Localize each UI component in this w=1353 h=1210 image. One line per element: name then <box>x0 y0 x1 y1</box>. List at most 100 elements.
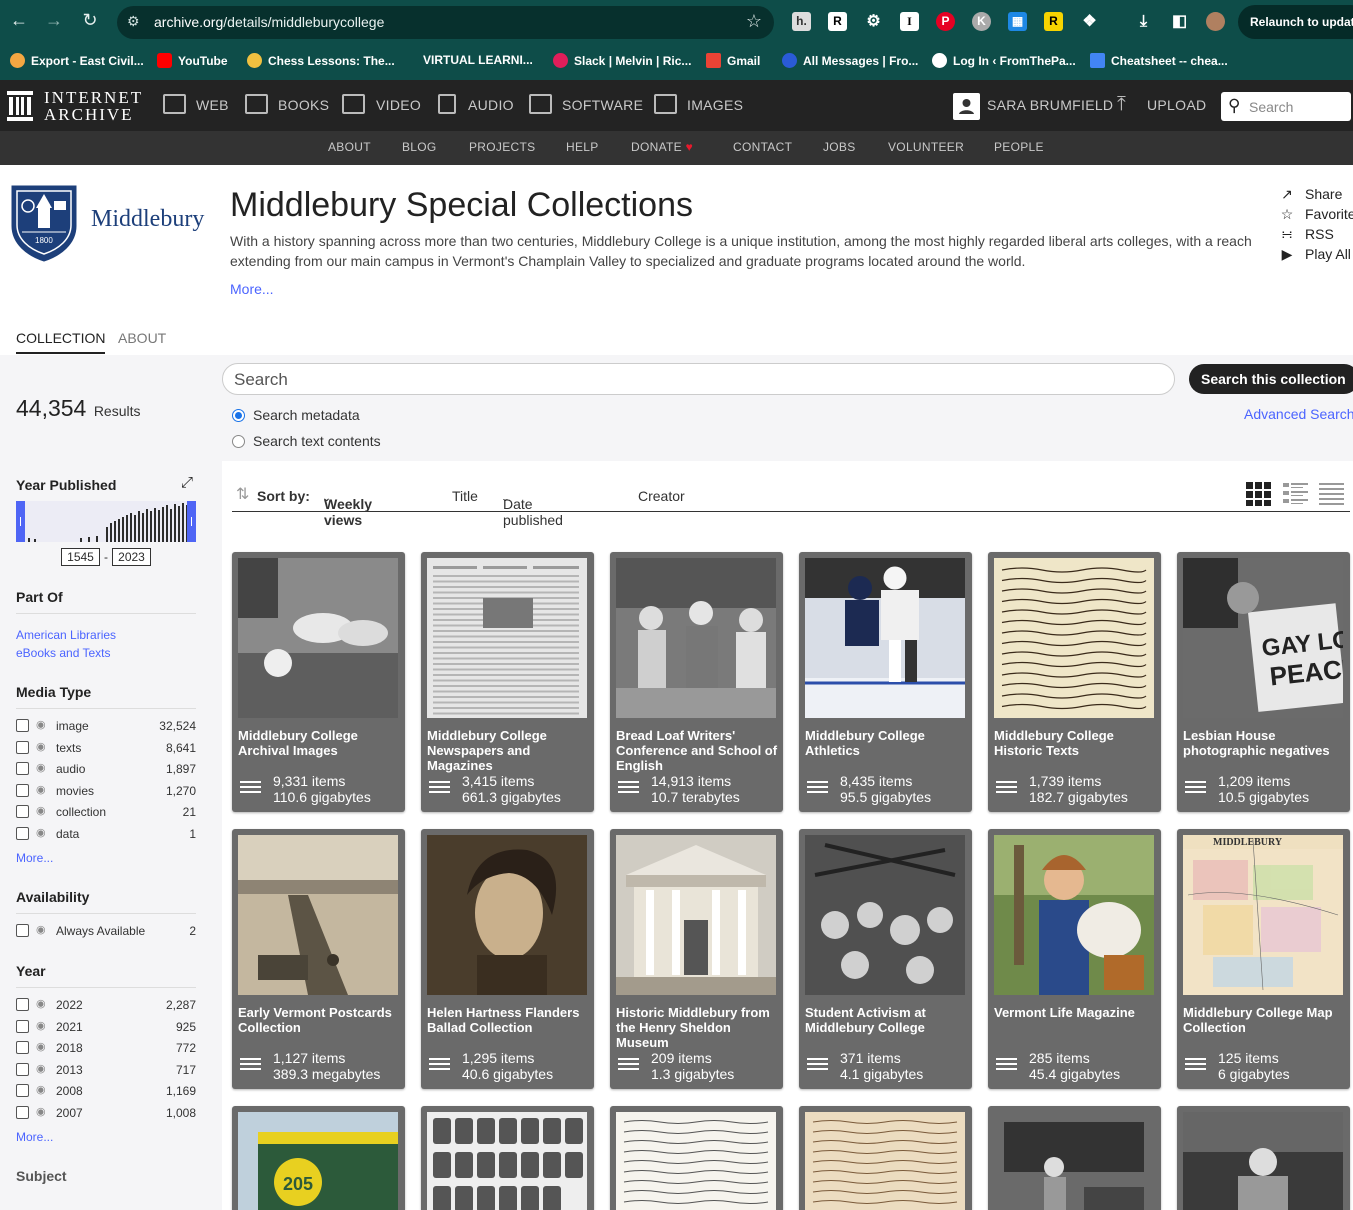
collection-tile[interactable]: GAY LOVE PEACE Lesbian House photographic … <box>1177 552 1350 812</box>
facet-checkbox[interactable] <box>16 805 29 819</box>
tile-thumbnail[interactable] <box>427 558 587 718</box>
eye-icon[interactable]: ◉ <box>36 783 46 796</box>
header-search-input[interactable]: ⚲ Search <box>1221 92 1351 121</box>
grid-extension-icon[interactable]: ▦ <box>1008 12 1027 31</box>
sort-direction-icon[interactable]: ⇅ <box>236 484 249 504</box>
year-more-link[interactable]: More... <box>16 1130 53 1144</box>
readwise-extension-icon[interactable]: R <box>828 12 847 31</box>
search-text-radio[interactable]: Search text contents <box>232 433 381 449</box>
expand-icon[interactable]: ⤢ <box>181 474 193 491</box>
facet-row[interactable]: ◉ 2008 1,169 <box>16 1083 196 1099</box>
nav-web[interactable]: WEB <box>196 97 229 113</box>
tile-thumbnail[interactable] <box>238 835 398 995</box>
facet-checkbox[interactable] <box>16 998 29 1011</box>
facet-checkbox[interactable] <box>16 1084 29 1098</box>
facet-row[interactable]: ◉ Always Available 2 <box>16 923 196 939</box>
pinterest-extension-icon[interactable]: P <box>936 12 955 31</box>
facet-checkbox[interactable] <box>16 1041 29 1055</box>
bookmark-item[interactable]: Export - East Civil... <box>10 53 144 68</box>
instapaper-extension-icon[interactable]: I <box>900 12 919 31</box>
facet-subject-title[interactable]: Subject <box>16 1168 67 1184</box>
audio-icon[interactable] <box>438 94 456 114</box>
subnav-blog[interactable]: BLOG <box>402 140 437 154</box>
tile-thumbnail[interactable]: GAY LOVE PEACE <box>1183 558 1343 718</box>
bookmark-item[interactable]: Slack | Melvin | Ric... <box>553 53 691 68</box>
tab-collection[interactable]: COLLECTION <box>16 330 106 354</box>
favorite-button[interactable]: ☆ Favorite <box>1279 206 1353 223</box>
eye-icon[interactable]: ◉ <box>36 761 46 774</box>
tile-thumbnail[interactable] <box>805 1112 965 1210</box>
gear-extension-icon[interactable]: ⚙ <box>864 12 883 31</box>
collection-tile[interactable] <box>799 1106 972 1210</box>
collection-tile[interactable] <box>988 1106 1161 1210</box>
eye-icon[interactable]: ◉ <box>36 826 46 839</box>
nav-video[interactable]: VIDEO <box>376 97 421 113</box>
collection-tile[interactable]: Early Vermont Postcards Collection 1,127 … <box>232 829 405 1089</box>
eye-icon[interactable]: ◉ <box>36 1040 46 1053</box>
nav-books[interactable]: BOOKS <box>278 97 329 113</box>
video-icon[interactable] <box>342 94 365 114</box>
year-max-input[interactable]: 2023 <box>112 548 151 566</box>
k-extension-icon[interactable]: K <box>972 12 991 31</box>
description-more-link[interactable]: More... <box>230 281 274 297</box>
subnav-jobs[interactable]: JOBS <box>823 140 856 154</box>
bookmark-item[interactable]: Log In ‹ FromThePa... <box>932 53 1076 68</box>
bookmark-item[interactable]: Gmail <box>706 53 760 68</box>
bookmark-item[interactable]: All Messages | Fro... <box>782 53 918 68</box>
subnav-volunteer[interactable]: VOLUNTEER <box>888 140 964 154</box>
hypothesis-extension-icon[interactable]: h. <box>792 12 811 31</box>
eye-icon[interactable]: ◉ <box>36 923 46 936</box>
collection-tile[interactable]: MIDDLEBURY Middlebury College Map Collect… <box>1177 829 1350 1089</box>
facet-row[interactable]: ◉ data 1 <box>16 826 196 842</box>
facet-row[interactable]: ◉ movies 1,270 <box>16 783 196 799</box>
tile-thumbnail[interactable] <box>427 1112 587 1210</box>
tile-thumbnail[interactable] <box>616 558 776 718</box>
compact-list-view-icon[interactable] <box>1319 482 1344 509</box>
facet-checkbox[interactable] <box>16 1019 29 1033</box>
subnav-contact[interactable]: CONTACT <box>733 140 792 154</box>
facet-row[interactable]: ◉ image 32,524 <box>16 718 196 734</box>
facet-row[interactable]: ◉ 2021 925 <box>16 1019 196 1035</box>
extensions-puzzle-icon[interactable]: ❖ <box>1080 12 1099 31</box>
forward-icon[interactable]: → <box>42 10 66 31</box>
facet-row[interactable]: ◉ 2018 772 <box>16 1040 196 1056</box>
back-icon[interactable]: ← <box>7 10 31 31</box>
books-icon[interactable] <box>245 94 268 114</box>
eye-icon[interactable]: ◉ <box>36 804 46 817</box>
site-settings-icon[interactable]: ⚙ <box>127 13 140 30</box>
download-icon[interactable]: ⤓ <box>1134 12 1153 31</box>
bookmark-item[interactable]: Chess Lessons: The... <box>247 53 395 68</box>
facet-checkbox[interactable] <box>16 762 29 776</box>
part-of-ebooks-texts[interactable]: eBooks and Texts <box>16 646 111 660</box>
reload-icon[interactable]: ↻ <box>78 10 102 31</box>
nav-images[interactable]: IMAGES <box>687 97 743 113</box>
facet-checkbox[interactable] <box>16 783 29 797</box>
facet-row[interactable]: ◉ texts 8,641 <box>16 740 196 756</box>
subnav-donate[interactable]: DONATE ♥ <box>631 140 693 154</box>
side-panel-icon[interactable]: ◧ <box>1170 12 1189 31</box>
tile-thumbnail[interactable]: 205 <box>238 1112 398 1210</box>
facet-row[interactable]: ◉ 2013 717 <box>16 1062 196 1078</box>
internet-archive-wordmark[interactable]: INTERNET ARCHIVE <box>44 89 143 123</box>
facet-checkbox[interactable] <box>16 740 29 754</box>
eye-icon[interactable]: ◉ <box>36 718 46 731</box>
year-histogram[interactable] <box>16 501 196 542</box>
tile-thumbnail[interactable] <box>427 835 587 995</box>
collection-tile[interactable]: Middlebury College Athletics 8,435 items 9… <box>799 552 972 812</box>
images-icon[interactable] <box>654 94 677 114</box>
profile-avatar[interactable] <box>1206 12 1225 31</box>
media-type-more-link[interactable]: More... <box>16 851 53 865</box>
collection-tile[interactable] <box>1177 1106 1350 1210</box>
internet-archive-logo-icon[interactable] <box>7 91 33 121</box>
facet-checkbox[interactable] <box>16 1106 29 1119</box>
r-yellow-extension-icon[interactable]: R <box>1044 12 1063 31</box>
facet-row[interactable]: ◉ audio 1,897 <box>16 761 196 777</box>
collection-tile[interactable] <box>610 1106 783 1210</box>
sort-creator[interactable]: Creator <box>638 488 685 504</box>
tile-thumbnail[interactable] <box>805 835 965 995</box>
advanced-search-link[interactable]: Advanced Search <box>1244 406 1353 422</box>
eye-icon[interactable]: ◉ <box>36 1105 46 1118</box>
collection-tile[interactable]: Middlebury College Archival Images 9,331 … <box>232 552 405 812</box>
nav-software[interactable]: SOFTWARE <box>562 97 643 113</box>
eye-icon[interactable]: ◉ <box>36 1083 46 1096</box>
